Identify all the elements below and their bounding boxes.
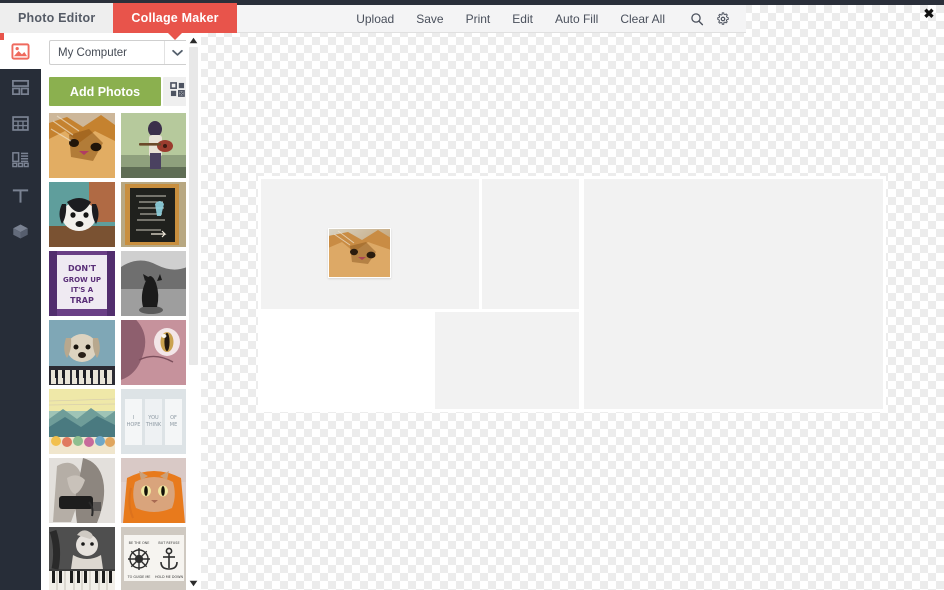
scroll-up-arrow-icon[interactable]: [186, 33, 201, 47]
collage-cell-5[interactable]: [435, 312, 579, 409]
main-toolbar: Upload Save Print Edit Auto Fill Clear A…: [201, 5, 746, 33]
add-photos-row: Add Photos: [49, 77, 191, 106]
thumbnail-pumpkin-cat[interactable]: [121, 458, 187, 523]
thumbnail-chalkboard[interactable]: [121, 182, 187, 247]
svg-text:GROW UP: GROW UP: [63, 276, 101, 284]
svg-text:YOU: YOU: [147, 415, 159, 421]
gear-icon[interactable]: [710, 5, 736, 33]
dragged-photo-ghost[interactable]: [328, 228, 391, 278]
collage-cell-3[interactable]: [584, 179, 883, 409]
svg-text:OF: OF: [170, 415, 177, 421]
grid-icon: [11, 114, 30, 133]
thumbnail-baby-piano[interactable]: [49, 527, 115, 590]
thumbnail-dog-keyboard[interactable]: [49, 320, 115, 385]
svg-text:TO GUIDE ME: TO GUIDE ME: [127, 575, 151, 579]
svg-text:BUT REFUSE: BUT REFUSE: [158, 541, 179, 545]
tab-photo-editor-label: Photo Editor: [18, 11, 96, 25]
text-icon: [11, 186, 30, 205]
thumbnail-puppy[interactable]: [49, 182, 115, 247]
toolbar-edit[interactable]: Edit: [501, 5, 544, 33]
svg-text:IT'S A: IT'S A: [71, 286, 94, 294]
svg-text:TRAP: TRAP: [70, 296, 94, 305]
mode-tabs: Photo Editor Collage Maker: [0, 3, 237, 40]
toolbar-auto-fill[interactable]: Auto Fill: [544, 5, 609, 33]
thumbnail-wheel-anchor[interactable]: BE THE ONE BUT REFUSE TO GUIDE ME HOLD M…: [121, 527, 187, 590]
scrollbar-thumb[interactable]: [189, 47, 198, 365]
sidebar-item-grids[interactable]: [0, 105, 41, 141]
photo-source-row: My Computer: [49, 40, 191, 65]
cube-icon: [11, 222, 30, 241]
tab-photo-editor[interactable]: Photo Editor: [0, 3, 114, 33]
toolbar-upload[interactable]: Upload: [345, 5, 405, 33]
toolbar-print[interactable]: Print: [455, 5, 502, 33]
application-window: ✖ Photo Editor Collage Maker Upload Save…: [0, 0, 944, 590]
photo-source-value: My Computer: [58, 46, 128, 59]
collage-canvas[interactable]: [258, 176, 886, 412]
photo-thumbnail-grid: DON'T GROW UP IT'S A TRAP I HOPE YOU THI…: [49, 113, 191, 590]
pattern-icon: [11, 150, 30, 169]
sidebar-item-text[interactable]: [0, 177, 41, 213]
thumbnail-three-signs[interactable]: I HOPE YOU THINK OF ME: [121, 389, 187, 454]
sidebar-item-layouts[interactable]: [0, 69, 41, 105]
collage-cell-2[interactable]: [482, 179, 579, 309]
thumbnail-cat-eye[interactable]: [121, 320, 187, 385]
thumbnail-balloons-hills[interactable]: [49, 389, 115, 454]
sidebar-item-photos[interactable]: [0, 33, 41, 69]
svg-text:DON'T: DON'T: [68, 264, 97, 273]
tab-collage-maker-label: Collage Maker: [131, 11, 219, 25]
add-photos-button[interactable]: Add Photos: [49, 77, 161, 106]
svg-text:HOLD ME DOWN: HOLD ME DOWN: [155, 575, 184, 579]
layout-icon: [11, 78, 30, 97]
scroll-down-arrow-icon[interactable]: [186, 576, 201, 590]
thumbnail-bw-cat[interactable]: [121, 251, 187, 316]
qr-code-icon: [169, 81, 185, 102]
thumbnail-tiger-cat[interactable]: [49, 113, 115, 178]
sidebar-item-patterns[interactable]: [0, 141, 41, 177]
close-icon[interactable]: ✖: [920, 5, 938, 21]
toolbar-save[interactable]: Save: [405, 5, 454, 33]
svg-text:I: I: [133, 415, 134, 421]
thumbnail-guitar-girl[interactable]: [121, 113, 187, 178]
photo-library-panel: My Computer Add Photos DON'T GROW UP IT'…: [41, 33, 201, 590]
svg-text:ME: ME: [170, 422, 177, 428]
toolbar-clear-all[interactable]: Clear All: [609, 5, 676, 33]
tools-sidebar: [0, 33, 41, 590]
photo-icon: [11, 42, 30, 61]
svg-text:BE THE ONE: BE THE ONE: [129, 541, 150, 545]
svg-text:HOPE: HOPE: [127, 422, 141, 428]
thumbnail-bw-couple[interactable]: [49, 458, 115, 523]
tab-collage-maker[interactable]: Collage Maker: [113, 3, 237, 40]
tab-accent-rail: [0, 33, 4, 40]
thumbnail-dont-grow-up[interactable]: DON'T GROW UP IT'S A TRAP: [49, 251, 115, 316]
svg-text:THINK: THINK: [145, 422, 162, 428]
search-icon[interactable]: [684, 5, 710, 33]
sidebar-item-objects[interactable]: [0, 213, 41, 249]
collage-cell-4[interactable]: [258, 312, 433, 409]
photo-panel-scrollbar[interactable]: [186, 33, 201, 590]
photo-source-select[interactable]: My Computer: [49, 40, 191, 65]
